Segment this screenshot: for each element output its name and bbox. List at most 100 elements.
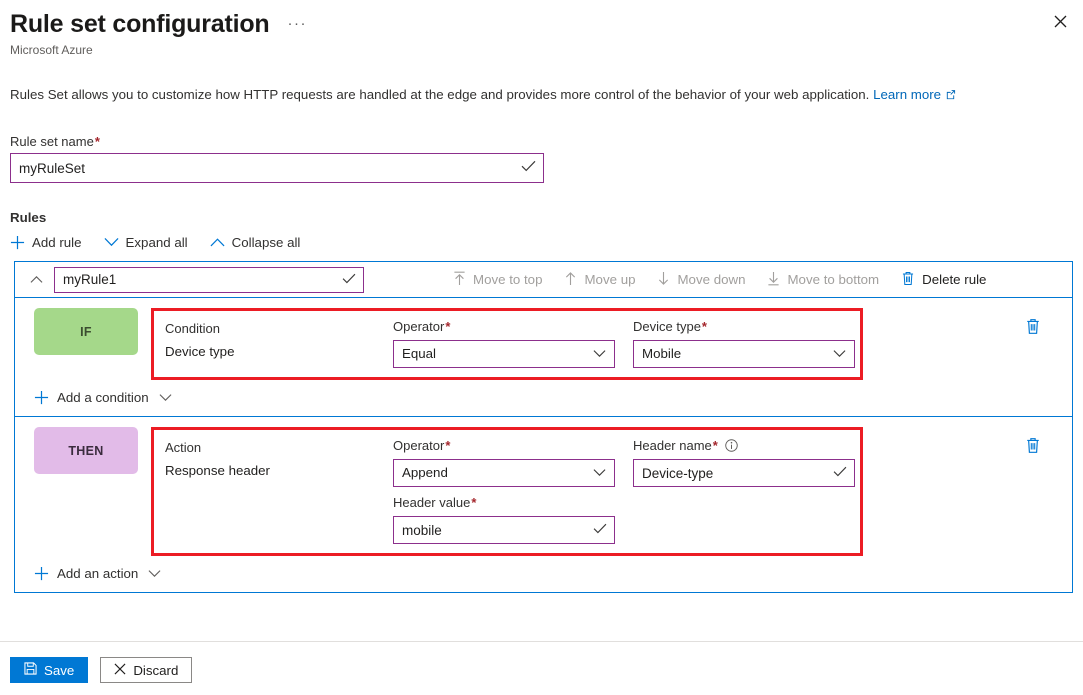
- rule-set-name-input-wrapper[interactable]: [10, 153, 544, 183]
- delete-action-button[interactable]: [1025, 437, 1041, 454]
- condition-value: Device type: [165, 341, 393, 363]
- add-rule-label: Add rule: [32, 235, 82, 250]
- collapse-all-button[interactable]: Collapse all: [210, 235, 301, 250]
- header-name-input[interactable]: [634, 460, 854, 486]
- then-operator-column: Operator* Append Header value*: [393, 436, 615, 544]
- arrow-up-icon: [564, 271, 577, 289]
- move-to-bottom-button[interactable]: Move to bottom: [756, 271, 890, 289]
- add-action-button[interactable]: Add an action: [34, 566, 161, 581]
- rule-name-input-wrapper[interactable]: [54, 267, 364, 293]
- rules-toolbar: Add rule Expand all Collapse all: [10, 235, 1083, 250]
- required-asterisk: *: [445, 319, 450, 334]
- if-annotation-box: Condition Device type Operator* Equal: [151, 308, 863, 380]
- action-type-column: Action Response header: [165, 436, 393, 482]
- rules-heading: Rules: [10, 210, 1083, 225]
- if-operator-value: Equal: [394, 341, 614, 367]
- then-operator-value: Append: [394, 460, 614, 486]
- required-asterisk: *: [702, 319, 707, 334]
- move-up-button[interactable]: Move up: [553, 271, 646, 289]
- rule-card: Move to top Move up Move down: [14, 261, 1073, 593]
- page-title: Rule set configuration: [10, 8, 270, 40]
- chevron-down-icon: [104, 237, 119, 248]
- footer-actions: Save Discard: [10, 657, 192, 683]
- if-fields: Operator* Equal Device type*: [393, 317, 855, 368]
- then-fields: Operator* Append Header value*: [393, 436, 855, 544]
- add-condition-button[interactable]: Add a condition: [34, 390, 172, 405]
- discard-label: Discard: [133, 663, 178, 678]
- rule-move-buttons: Move to top Move up Move down: [442, 271, 990, 289]
- rule-set-name-section: Rule set name*: [10, 134, 1083, 183]
- add-rule-button[interactable]: Add rule: [10, 235, 82, 250]
- header-name-column: Header name*: [633, 436, 855, 544]
- rule-collapse-toggle-icon[interactable]: [25, 269, 47, 291]
- header-name-label: Header name*: [633, 436, 855, 456]
- chevron-up-icon: [210, 237, 225, 248]
- panel-subtitle: Microsoft Azure: [10, 43, 1083, 57]
- required-asterisk: *: [445, 438, 450, 453]
- description-text: Rules Set allows you to customize how HT…: [10, 86, 1083, 105]
- rule-set-configuration-panel: Rule set configuration ··· Microsoft Azu…: [0, 0, 1083, 695]
- footer-separator: [0, 641, 1083, 642]
- if-operator-dropdown[interactable]: Equal: [393, 340, 615, 368]
- save-label: Save: [44, 663, 74, 678]
- action-value: Response header: [165, 460, 393, 482]
- save-icon: [24, 662, 37, 678]
- if-devicetype-dropdown[interactable]: Mobile: [633, 340, 855, 368]
- if-operator-field: Operator* Equal: [393, 317, 615, 368]
- delete-condition-button[interactable]: [1025, 318, 1041, 335]
- close-icon[interactable]: [1046, 7, 1074, 35]
- rule-set-name-label-text: Rule set name: [10, 134, 94, 149]
- if-devicetype-label-text: Device type: [633, 319, 701, 334]
- save-button[interactable]: Save: [10, 657, 88, 683]
- header-value-label-text: Header value: [393, 495, 470, 510]
- plus-icon: [34, 566, 49, 581]
- required-asterisk: *: [713, 438, 718, 453]
- action-caption: Action: [165, 436, 393, 460]
- external-link-icon: [945, 87, 956, 105]
- collapse-all-label: Collapse all: [232, 235, 301, 250]
- move-to-top-label: Move to top: [473, 272, 542, 287]
- delete-rule-label: Delete rule: [922, 272, 986, 287]
- if-devicetype-label: Device type*: [633, 317, 855, 337]
- discard-button[interactable]: Discard: [100, 657, 192, 683]
- title-row: Rule set configuration ···: [10, 8, 1083, 40]
- description-body: Rules Set allows you to customize how HT…: [10, 87, 869, 102]
- condition-type-column: Condition Device type: [165, 317, 393, 363]
- header-value-label: Header value*: [393, 493, 615, 513]
- move-down-button[interactable]: Move down: [646, 271, 756, 289]
- move-to-top-button[interactable]: Move to top: [442, 271, 553, 289]
- if-devicetype-field: Device type* Mobile: [633, 317, 855, 368]
- add-condition-label: Add a condition: [57, 390, 149, 405]
- move-to-bottom-label: Move to bottom: [787, 272, 879, 287]
- then-operator-label: Operator*: [393, 436, 615, 456]
- header-value-input[interactable]: [394, 517, 614, 543]
- if-devicetype-value: Mobile: [634, 341, 854, 367]
- learn-more-link[interactable]: Learn more: [873, 87, 941, 102]
- rule-set-name-input[interactable]: [11, 154, 543, 182]
- header-name-input-wrapper[interactable]: [633, 459, 855, 487]
- then-operator-dropdown[interactable]: Append: [393, 459, 615, 487]
- more-options-icon[interactable]: ···: [288, 19, 308, 29]
- rule-set-name-label: Rule set name*: [10, 134, 1083, 149]
- chevron-down-icon: [148, 569, 161, 578]
- move-down-label: Move down: [677, 272, 745, 287]
- then-annotation-box: Action Response header Operator* Append: [151, 427, 863, 556]
- arrow-up-to-line-icon: [453, 271, 466, 289]
- expand-all-button[interactable]: Expand all: [104, 235, 188, 250]
- rule-header-row: Move to top Move up Move down: [15, 262, 1072, 298]
- if-operator-label: Operator*: [393, 317, 615, 337]
- plus-icon: [34, 390, 49, 405]
- info-icon[interactable]: [725, 439, 738, 452]
- header-name-label-text: Header name: [633, 438, 712, 453]
- if-clause-inner: IF Condition Device type Operator* Equal: [15, 308, 1072, 380]
- close-icon: [114, 663, 126, 678]
- delete-rule-button[interactable]: Delete rule: [890, 271, 990, 289]
- rule-name-input[interactable]: [55, 268, 363, 292]
- required-asterisk: *: [95, 134, 100, 149]
- expand-all-label: Expand all: [126, 235, 188, 250]
- trash-icon: [901, 271, 915, 289]
- header-value-input-wrapper[interactable]: [393, 516, 615, 544]
- panel-header: Rule set configuration ··· Microsoft Azu…: [0, 0, 1083, 57]
- then-operator-label-text: Operator: [393, 438, 444, 453]
- condition-caption: Condition: [165, 317, 393, 341]
